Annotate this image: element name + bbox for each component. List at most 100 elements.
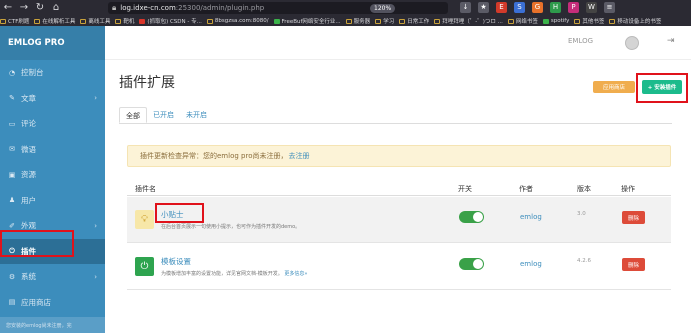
url-bar[interactable]: 🔒︎ log.idxe-cn.com:25300/admin/plugin.ph…: [108, 2, 448, 14]
plugin-version: 4.2.6: [577, 258, 591, 264]
sidebar-item-label: 资源: [21, 170, 36, 180]
bookmark-item[interactable]: 拜哩拜哩（゜-゜)つロ ...: [434, 17, 503, 25]
folder-icon: [34, 18, 41, 24]
zoom-level[interactable]: 120%: [370, 4, 396, 13]
tab-disabled[interactable]: 未开启: [180, 107, 213, 123]
extension-icon[interactable]: S: [514, 2, 525, 13]
delete-button[interactable]: 删除: [622, 211, 645, 224]
menu-icon[interactable]: ≡: [604, 2, 615, 13]
register-link[interactable]: 去注册: [288, 151, 309, 161]
sidebar-item[interactable]: ▭ 评论: [0, 111, 105, 137]
folder-icon: [542, 18, 549, 24]
dashboard-icon: ◔: [8, 68, 16, 77]
column-header: 插件名: [135, 185, 156, 193]
comment-icon: ▭: [8, 119, 16, 128]
gear-icon: ⚙: [8, 272, 16, 281]
bookmark-item[interactable]: FreeBuf网络安全行业...: [273, 17, 341, 25]
brand-logo[interactable]: EMLOG PRO: [0, 26, 105, 60]
column-header: 作者: [519, 185, 533, 193]
tab-enabled[interactable]: 已开启: [147, 107, 180, 123]
alert-text: 插件更新检查异常：您的emlog pro尚未注册，: [140, 152, 288, 160]
bookmarks-bar: CTF刷题 在线解析工具 离线工具 靶机 (抓取包) CSDN - 专... 8bsgzs…: [0, 16, 691, 26]
folder-icon: [0, 18, 6, 24]
sidebar-item-label: 系统: [21, 272, 36, 282]
sidebar-item[interactable]: ▤ 应用商店: [0, 290, 105, 316]
column-header: 开关: [458, 185, 472, 193]
extension-icon[interactable]: E: [496, 2, 507, 13]
extension-icon[interactable]: G: [532, 2, 543, 13]
sidebar-item[interactable]: ▣ 资源: [0, 162, 105, 188]
bookmark-item[interactable]: (抓取包) CSDN - 专...: [139, 17, 202, 25]
folder-icon: [139, 18, 146, 24]
folder-icon: [345, 18, 352, 24]
user-name[interactable]: EMLOG: [568, 37, 593, 45]
annotation-box-plugin-name: [155, 203, 204, 223]
plugin-description: 在后台首页展示一句使用小提示，也可作为插件开发的demo。: [161, 224, 301, 230]
plugin-author[interactable]: emlog: [520, 260, 542, 268]
bookmark-item[interactable]: CTF刷题: [0, 17, 29, 25]
delete-button[interactable]: 删除: [622, 258, 645, 271]
folder-icon: [507, 18, 514, 24]
logout-icon[interactable]: ⇥: [667, 36, 675, 46]
sidebar-item[interactable]: ◔ 控制台: [0, 60, 105, 86]
back-icon[interactable]: ←: [0, 0, 16, 16]
folder-icon: [399, 18, 406, 24]
table-row: 💡︎ 小贴士 在后台首页展示一句使用小提示，也可作为插件开发的demo。 eml…: [127, 197, 671, 243]
bookmark-item[interactable]: 其他书签: [574, 17, 604, 25]
bookmark-label: spotify: [550, 18, 570, 24]
sidebar-item-label: 评论: [21, 119, 36, 129]
bookmark-label: 其他书签: [582, 19, 605, 25]
extension-icon[interactable]: H: [550, 2, 561, 13]
tab-all[interactable]: 全部: [119, 107, 147, 123]
bookmark-item[interactable]: 日常工作: [399, 17, 429, 25]
chevron-right-icon: ›: [94, 221, 97, 230]
bookmark-item[interactable]: 移动设备上的书签: [609, 17, 661, 25]
forward-icon[interactable]: →: [16, 0, 32, 16]
app-store-button[interactable]: 应用商店: [593, 81, 635, 93]
home-icon[interactable]: ⌂: [48, 0, 64, 16]
bookmark-item[interactable]: 学习: [375, 17, 394, 25]
bookmark-item[interactable]: 8bsgzsa.com:8080/: [206, 18, 269, 24]
plugin-name[interactable]: 模板设置: [161, 256, 191, 267]
lightbulb-icon: 💡︎: [135, 210, 154, 229]
table-row: ⏻ 模板设置 为模板增加丰富的设置功能，详见官网文档-模板开发。 更多信息» e…: [127, 244, 671, 290]
main-content: 插件扩展 应用商店 + 安装插件 全部 已开启 未开启 插件更新检查异常：您的e…: [105, 60, 691, 333]
update-alert: 插件更新检查异常：您的emlog pro尚未注册， 去注册: [127, 145, 671, 167]
plugin-author[interactable]: emlog: [520, 213, 542, 221]
bookmark-label: 移动设备上的书签: [617, 19, 662, 25]
bookmark-label: 学习: [383, 19, 395, 25]
bookmark-item[interactable]: spotify: [542, 18, 570, 24]
sidebar-item[interactable]: ✎ 文章 ›: [0, 86, 105, 112]
sidebar-item[interactable]: ✉ 微语: [0, 137, 105, 163]
bookmark-item[interactable]: 服务器: [345, 17, 370, 25]
bookmark-item[interactable]: 在线解析工具: [34, 17, 75, 25]
bookmark-item[interactable]: 靶机: [115, 17, 134, 25]
bookmark-label: 靶机: [123, 19, 135, 25]
extensions-bar: ↓ ★ E S G H P W ≡: [460, 2, 615, 13]
folder-icon: [434, 18, 441, 24]
plugin-toggle[interactable]: [459, 211, 484, 223]
table-header: 插件名 开关 作者 版本 操作: [127, 181, 671, 196]
folder-icon: [609, 18, 616, 24]
more-info-link[interactable]: 更多信息»: [284, 271, 307, 277]
bookmark-item[interactable]: 网络书签: [507, 17, 538, 25]
folder-icon: [115, 18, 122, 24]
reload-icon[interactable]: ↻: [32, 0, 48, 16]
download-icon[interactable]: ↓: [460, 2, 471, 13]
bookmark-item[interactable]: 离线工具: [80, 17, 110, 25]
plugin-toggle[interactable]: [459, 258, 484, 270]
avatar[interactable]: [625, 36, 639, 50]
sidebar: EMLOG PRO ◔ 控制台 ✎ 文章 › ▭ 评论 ✉ 微语 ▣ 资源 ♟ 用户 ✐ 外观 › ⏻ 插件 ⚙ 系统…: [0, 26, 105, 333]
sidebar-item[interactable]: ⚙ 系统 ›: [0, 264, 105, 290]
sidebar-footer: 您安装的emlog尚未注册，完: [0, 317, 105, 333]
sidebar-item-label: 应用商店: [21, 297, 51, 307]
sidebar-item[interactable]: ♟ 用户: [0, 188, 105, 214]
filter-tabs: 全部 已开启 未开启: [119, 107, 672, 124]
bookmark-icon[interactable]: ★: [478, 2, 489, 13]
extension-icon[interactable]: P: [568, 2, 579, 13]
annotation-box-plugin-menu: [0, 230, 74, 257]
store-label: 应用商店: [602, 85, 625, 91]
brush-icon: ✐: [9, 221, 15, 230]
bookmark-label: 网络书签: [515, 19, 538, 25]
extension-icon[interactable]: W: [586, 2, 597, 13]
